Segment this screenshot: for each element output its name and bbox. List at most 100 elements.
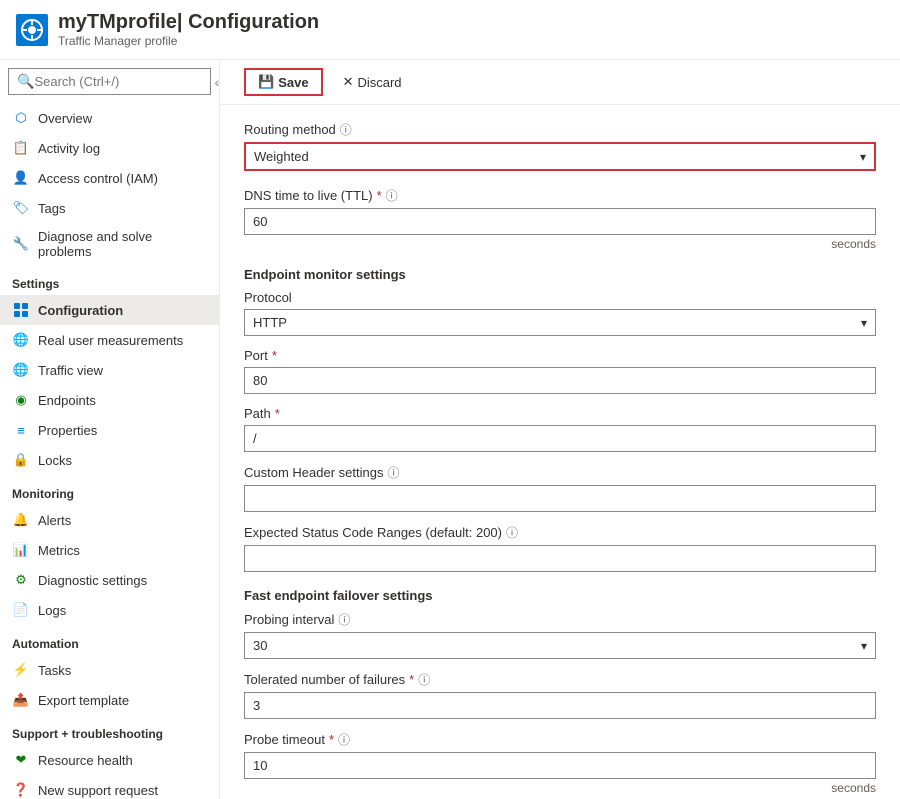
- tolerated-failures-info-icon[interactable]: ⓘ: [418, 671, 430, 688]
- probing-interval-info-icon[interactable]: ⓘ: [338, 611, 350, 628]
- page-title: myTMprofile| Configuration: [58, 11, 319, 34]
- dns-ttl-required: *: [377, 188, 382, 203]
- expected-status-input[interactable]: [244, 545, 876, 572]
- protocol-select-wrapper: HTTP HTTPS TCP ▾: [244, 309, 876, 336]
- path-section: Path *: [244, 406, 876, 452]
- sidebar-item-diagnostic-settings[interactable]: ⚙ Diagnostic settings: [0, 565, 219, 595]
- sidebar-item-endpoints[interactable]: ◉ Endpoints: [0, 385, 219, 415]
- save-button[interactable]: 💾 Save: [244, 68, 323, 96]
- save-icon: 💾: [258, 74, 274, 90]
- probing-interval-select[interactable]: 10 30: [245, 633, 875, 658]
- sidebar-item-activity-log[interactable]: 📋 Activity log: [0, 133, 219, 163]
- search-input[interactable]: [34, 74, 210, 89]
- probing-interval-section: Probing interval ⓘ 10 30 ▾: [244, 611, 876, 659]
- content-area: 💾 Save ✕ Discard Routing method ⓘ Weight…: [220, 60, 900, 799]
- path-required: *: [275, 406, 280, 421]
- sidebar-item-traffic-view[interactable]: 🌐 Traffic view: [0, 355, 219, 385]
- resource-health-icon: ❤: [12, 751, 30, 769]
- properties-icon: ≡: [12, 421, 30, 439]
- sidebar-item-label: New support request: [38, 783, 158, 798]
- path-label: Path *: [244, 406, 876, 421]
- sidebar-item-locks[interactable]: 🔒 Locks: [0, 445, 219, 475]
- configuration-icon: [12, 301, 30, 319]
- custom-header-info-icon[interactable]: ⓘ: [387, 464, 399, 481]
- form-content: Routing method ⓘ Weighted Performance Pr…: [220, 105, 900, 799]
- endpoint-monitor-title: Endpoint monitor settings: [244, 267, 876, 282]
- dns-ttl-hint: seconds: [244, 237, 876, 251]
- sidebar-item-access-control[interactable]: 👤 Access control (IAM): [0, 163, 219, 193]
- protocol-section: Protocol HTTP HTTPS TCP ▾: [244, 290, 876, 336]
- discard-icon: ✕: [343, 74, 354, 90]
- dns-ttl-section: DNS time to live (TTL) * ⓘ seconds: [244, 187, 876, 251]
- dns-ttl-input[interactable]: [244, 208, 876, 235]
- sidebar-item-properties[interactable]: ≡ Properties: [0, 415, 219, 445]
- custom-header-section: Custom Header settings ⓘ: [244, 464, 876, 512]
- protocol-select[interactable]: HTTP HTTPS TCP: [245, 310, 875, 335]
- custom-header-input[interactable]: [244, 485, 876, 512]
- sidebar-item-label: Traffic view: [38, 363, 103, 378]
- sidebar-item-real-user-measurements[interactable]: 🌐 Real user measurements: [0, 325, 219, 355]
- tolerated-failures-label: Tolerated number of failures * ⓘ: [244, 671, 876, 688]
- sidebar-item-label: Activity log: [38, 141, 100, 156]
- sidebar-item-export-template[interactable]: 📤 Export template: [0, 685, 219, 715]
- sidebar-item-label: Overview: [38, 111, 92, 126]
- tolerated-failures-required: *: [409, 672, 414, 687]
- routing-method-select[interactable]: Weighted Performance Priority Geographic…: [246, 144, 874, 169]
- tolerated-failures-input[interactable]: [244, 692, 876, 719]
- sidebar-item-tags[interactable]: 🏷 Tags: [0, 193, 219, 223]
- sidebar-item-label: Metrics: [38, 543, 80, 558]
- port-section: Port *: [244, 348, 876, 394]
- tasks-icon: ⚡: [12, 661, 30, 679]
- custom-header-label: Custom Header settings ⓘ: [244, 464, 876, 481]
- config-title: Configuration: [188, 11, 319, 33]
- sidebar-item-configuration[interactable]: Configuration: [0, 295, 219, 325]
- probe-timeout-input[interactable]: [244, 752, 876, 779]
- sidebar-item-new-support-request[interactable]: ❓ New support request: [0, 775, 219, 799]
- search-box[interactable]: 🔍 «: [8, 68, 211, 95]
- diagnose-icon: 🔧: [12, 235, 30, 253]
- routing-method-select-wrapper: Weighted Performance Priority Geographic…: [244, 142, 876, 171]
- locks-icon: 🔒: [12, 451, 30, 469]
- sidebar-item-label: Real user measurements: [38, 333, 183, 348]
- toolbar: 💾 Save ✕ Discard: [220, 60, 900, 105]
- probe-timeout-hint: seconds: [244, 781, 876, 795]
- probe-timeout-info-icon[interactable]: ⓘ: [338, 731, 350, 748]
- metrics-icon: 📊: [12, 541, 30, 559]
- discard-label: Discard: [357, 75, 401, 90]
- path-input[interactable]: [244, 425, 876, 452]
- tags-icon: 🏷: [12, 199, 30, 217]
- endpoint-monitor-section: Endpoint monitor settings Protocol HTTP …: [244, 267, 876, 572]
- overview-icon: ⬡: [12, 109, 30, 127]
- sidebar-item-diagnose[interactable]: 🔧 Diagnose and solve problems: [0, 223, 219, 265]
- section-title-support: Support + troubleshooting: [0, 715, 219, 745]
- support-request-icon: ❓: [12, 781, 30, 799]
- export-template-icon: 📤: [12, 691, 30, 709]
- expected-status-info-icon[interactable]: ⓘ: [506, 524, 518, 541]
- port-input[interactable]: [244, 367, 876, 394]
- sidebar-item-label: Configuration: [38, 303, 123, 318]
- sidebar-item-label: Endpoints: [38, 393, 96, 408]
- probing-interval-select-wrapper: 10 30 ▾: [244, 632, 876, 659]
- section-title-automation: Automation: [0, 625, 219, 655]
- endpoints-icon: ◉: [12, 391, 30, 409]
- expected-status-label: Expected Status Code Ranges (default: 20…: [244, 524, 876, 541]
- main-layout: 🔍 « ⬡ Overview 📋 Activity log 👤 Access c…: [0, 60, 900, 799]
- discard-button[interactable]: ✕ Discard: [331, 70, 414, 94]
- routing-method-section: Routing method ⓘ Weighted Performance Pr…: [244, 121, 876, 171]
- sidebar-item-logs[interactable]: 📄 Logs: [0, 595, 219, 625]
- sidebar-item-overview[interactable]: ⬡ Overview: [0, 103, 219, 133]
- page-header: myTMprofile| Configuration Traffic Manag…: [0, 0, 900, 60]
- sidebar-item-alerts[interactable]: 🔔 Alerts: [0, 505, 219, 535]
- protocol-label: Protocol: [244, 290, 876, 305]
- resource-icon: [16, 14, 48, 46]
- sidebar-item-label: Tags: [38, 201, 65, 216]
- port-required: *: [272, 348, 277, 363]
- routing-method-info-icon[interactable]: ⓘ: [340, 121, 352, 138]
- section-title-monitoring: Monitoring: [0, 475, 219, 505]
- sidebar-item-metrics[interactable]: 📊 Metrics: [0, 535, 219, 565]
- header-title-block: myTMprofile| Configuration Traffic Manag…: [58, 11, 319, 48]
- sidebar-item-tasks[interactable]: ⚡ Tasks: [0, 655, 219, 685]
- tolerated-failures-section: Tolerated number of failures * ⓘ: [244, 671, 876, 719]
- dns-ttl-info-icon[interactable]: ⓘ: [386, 187, 398, 204]
- sidebar-item-resource-health[interactable]: ❤ Resource health: [0, 745, 219, 775]
